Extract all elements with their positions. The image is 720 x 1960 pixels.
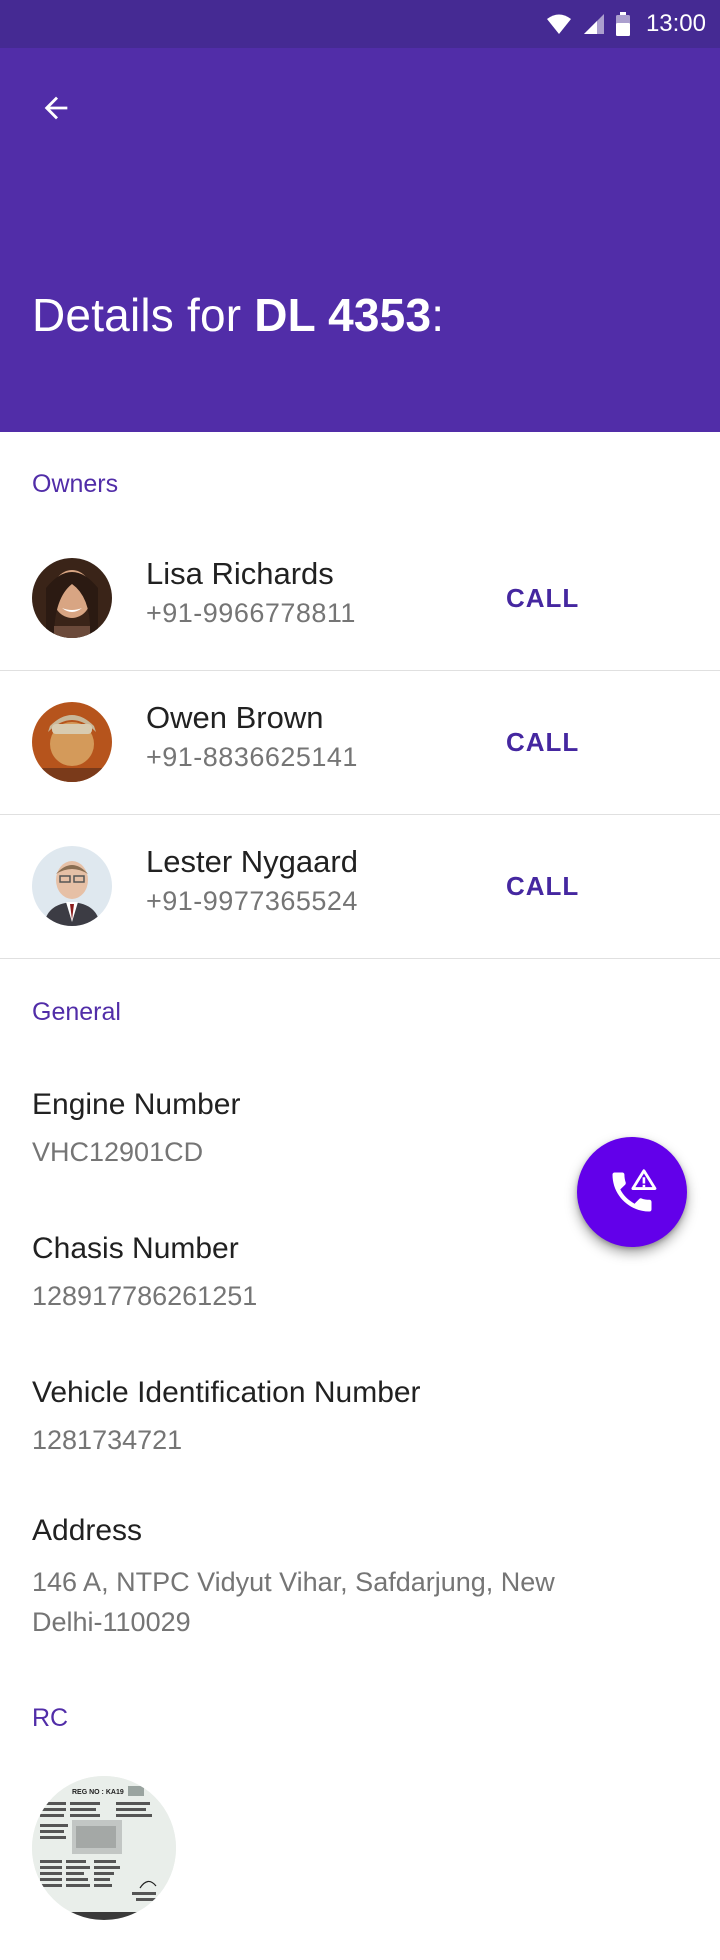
owner-phone: +91-9977365524 xyxy=(146,886,358,916)
status-time: 13:00 xyxy=(645,10,706,37)
call-button[interactable]: CALL xyxy=(494,574,591,622)
rc-document-thumbnail[interactable]: REG NO : KA19 xyxy=(32,1776,176,1920)
page-title: Details for DL 4353: xyxy=(32,288,444,342)
chasis-number-label: Chasis Number xyxy=(32,1232,239,1265)
title-suffix: : xyxy=(431,289,445,341)
owner-row: Lester Nygaard +91-9977365524 CALL xyxy=(0,814,720,959)
avatar xyxy=(32,558,112,638)
wifi-icon xyxy=(546,14,571,34)
owner-phone: +91-9966778811 xyxy=(146,598,356,628)
rc-reg-text: REG NO : KA19 xyxy=(72,1789,124,1796)
owner-row: Owen Brown +91-8836625141 CALL xyxy=(0,670,720,815)
owner-name: Lisa Richards xyxy=(146,556,334,591)
arrow-back-icon xyxy=(44,96,68,120)
rc-header: RC xyxy=(32,1704,69,1732)
chasis-number-value: 128917786261251 xyxy=(32,1281,258,1311)
emergency-call-fab[interactable] xyxy=(577,1137,687,1247)
owner-phone: +91-8836625141 xyxy=(146,742,358,772)
vehicle-number: DL 4353 xyxy=(254,289,432,341)
address-value: 146 A, NTPC Vidyut Vihar, Safdarjung, Ne… xyxy=(32,1567,555,1637)
phone-alert-icon xyxy=(612,1169,657,1212)
app-bar: Details for DL 4353: xyxy=(0,48,720,432)
title-prefix: Details for xyxy=(32,289,255,341)
owner-name: Owen Brown xyxy=(146,700,324,735)
signal-icon xyxy=(583,14,604,34)
call-button[interactable]: CALL xyxy=(494,718,591,766)
battery-icon xyxy=(615,12,630,36)
address-label: Address xyxy=(32,1514,143,1547)
avatar xyxy=(32,846,112,926)
vin-label: Vehicle Identification Number xyxy=(32,1376,421,1409)
owner-name: Lester Nygaard xyxy=(146,844,358,879)
engine-number-label: Engine Number xyxy=(32,1088,241,1121)
status-bar: 13:00 xyxy=(0,0,720,48)
engine-number-value: VHC12901CD xyxy=(32,1137,204,1167)
owner-row: Lisa Richards +91-9966778811 CALL xyxy=(0,526,720,671)
avatar xyxy=(32,702,112,782)
vin-value: 1281734721 xyxy=(32,1425,183,1455)
call-button[interactable]: CALL xyxy=(494,862,591,910)
general-header: General xyxy=(32,998,121,1026)
back-button[interactable] xyxy=(28,80,84,136)
owners-header: Owners xyxy=(32,470,119,498)
status-icons: 13:00 xyxy=(546,8,706,40)
